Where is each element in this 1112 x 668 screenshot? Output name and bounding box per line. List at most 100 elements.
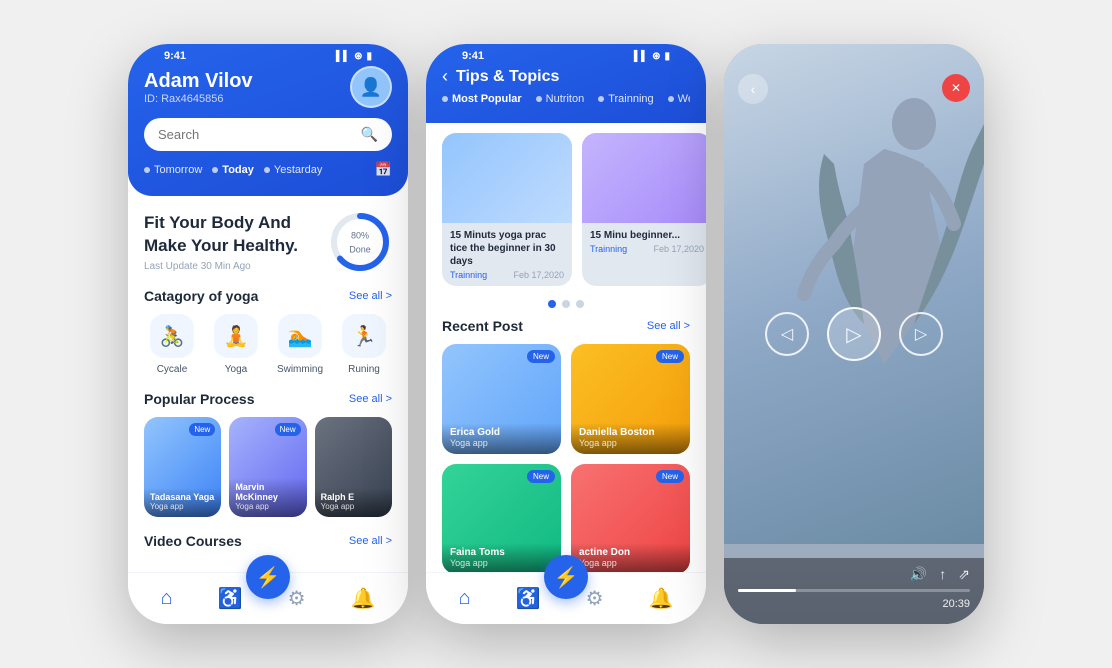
nav-settings-2[interactable]: ⚙ bbox=[586, 586, 604, 611]
running-label: Runing bbox=[348, 364, 380, 375]
nav-notifications-2[interactable]: 🔔 bbox=[649, 586, 674, 611]
phone2-recent-section: Recent Post See all > New Erica Gold Yog… bbox=[426, 318, 706, 572]
user-row: Adam Vilov ID: Rax4645856 👤 bbox=[144, 66, 392, 108]
popular-badge-2: New bbox=[275, 423, 301, 436]
popular-badge-1: New bbox=[189, 423, 215, 436]
phone1-nav: ⌂ ♿ ⚡ ⚙ 🔔 bbox=[128, 572, 408, 624]
user-id: ID: Rax4645856 bbox=[144, 93, 253, 105]
tips-topics-title: Tips & Topics bbox=[456, 68, 559, 86]
time-2: 9:41 bbox=[462, 50, 484, 62]
status-bar-1: 9:41 ▌▌ ⊛ ▮ bbox=[144, 44, 392, 66]
recent-badge-1: New bbox=[527, 350, 555, 363]
featured-date-1: Feb 17,2020 bbox=[513, 270, 564, 280]
yoga-icon: 🧘 bbox=[214, 314, 258, 358]
popular-card-1[interactable]: New Tadasana Yaga Yoga app bbox=[144, 417, 221, 517]
nav-fab-2[interactable]: ⚡ bbox=[544, 555, 588, 599]
recent-name-4: actine Don bbox=[579, 547, 682, 558]
date-pill-yesterday[interactable]: Yestarday bbox=[264, 164, 323, 176]
nav-settings-1[interactable]: ⚙ bbox=[288, 586, 306, 611]
video-courses-title: Video Courses bbox=[144, 533, 242, 549]
popular-title: Popular Process bbox=[144, 391, 255, 407]
recent-name-2: Daniella Boston bbox=[579, 427, 682, 438]
popular-header: Popular Process See all > bbox=[144, 391, 392, 407]
date-pill-tomorrow[interactable]: Tomorrow bbox=[144, 164, 202, 176]
popular-card-2[interactable]: New Marvin McKinney Yoga app bbox=[229, 417, 306, 517]
featured-card-1[interactable]: 15 Minuts yoga prac tice the beginner in… bbox=[442, 133, 572, 286]
swimming-label: Swimming bbox=[277, 364, 323, 375]
popular-see-all[interactable]: See all > bbox=[349, 393, 392, 405]
filter-trainning[interactable]: Trainning bbox=[598, 93, 653, 105]
nav-home-1[interactable]: ⌂ bbox=[161, 587, 173, 610]
back-button[interactable]: ‹ bbox=[442, 66, 448, 87]
search-input[interactable] bbox=[158, 127, 353, 142]
recent-card-3[interactable]: New Faina Toms Yoga app bbox=[442, 464, 561, 572]
category-item-running[interactable]: 🏃 Runing bbox=[336, 314, 392, 375]
phone1-body: Fit Your Body And Make Your Healthy. Las… bbox=[128, 196, 408, 572]
date-pill-today[interactable]: Today bbox=[212, 164, 254, 176]
phone-2: 9:41 ▌▌ ⊛ ▮ ‹ Tips & Topics Most Popular… bbox=[426, 44, 706, 624]
category-item-cycale[interactable]: 🚴 Cycale bbox=[144, 314, 200, 375]
phone3-top-bar: ‹ ✕ bbox=[724, 44, 984, 104]
popular-card-3[interactable]: Ralph E Yoga app bbox=[315, 417, 392, 517]
nav-activity-2[interactable]: ♿ bbox=[516, 586, 541, 611]
category-item-swimming[interactable]: 🏊 Swimming bbox=[272, 314, 328, 375]
popular-sub-1: Yoga app bbox=[150, 502, 215, 511]
popular-name-1: Tadasana Yaga bbox=[150, 492, 215, 502]
category-item-yoga[interactable]: 🧘 Yoga bbox=[208, 314, 264, 375]
swimming-icon: 🏊 bbox=[278, 314, 322, 358]
recent-sub-4: Yoga app bbox=[579, 558, 682, 568]
phone3-close-button[interactable]: ✕ bbox=[942, 74, 970, 102]
yoga-label: Yoga bbox=[225, 364, 247, 375]
prev-button[interactable]: ◁ bbox=[765, 312, 809, 356]
popular-grid: New Tadasana Yaga Yoga app New Marvin Mc… bbox=[144, 417, 392, 517]
filter-weight[interactable]: Weight lo... bbox=[668, 93, 690, 105]
meta-icons: 🔊 ↑ ⇗ bbox=[738, 566, 970, 583]
phone2-body: 15 Minuts yoga prac tice the beginner in… bbox=[426, 123, 706, 572]
recent-card-4[interactable]: New actine Don Yoga app bbox=[571, 464, 690, 572]
category-title: Catagory of yoga bbox=[144, 288, 258, 304]
dot-3[interactable] bbox=[576, 300, 584, 308]
phone-1: 9:41 ▌▌ ⊛ ▮ Adam Vilov ID: Rax4645856 👤 … bbox=[128, 44, 408, 624]
featured-img-2 bbox=[582, 133, 706, 223]
video-courses-header: Video Courses See all > bbox=[144, 533, 392, 549]
recent-card-1[interactable]: New Erica Gold Yoga app bbox=[442, 344, 561, 454]
phone2-header: 9:41 ▌▌ ⊛ ▮ ‹ Tips & Topics Most Popular… bbox=[426, 44, 706, 123]
nav-notifications-1[interactable]: 🔔 bbox=[351, 586, 376, 611]
recent-name-3: Faina Toms bbox=[450, 547, 553, 558]
volume-icon[interactable]: 🔊 bbox=[910, 566, 927, 583]
video-progress-fill bbox=[738, 589, 796, 592]
phone3-back-button[interactable]: ‹ bbox=[738, 74, 768, 104]
nav-home-2[interactable]: ⌂ bbox=[459, 587, 471, 610]
calendar-icon[interactable]: 📅 bbox=[375, 161, 392, 178]
popular-sub-3: Yoga app bbox=[321, 502, 386, 511]
video-progress-bar[interactable] bbox=[738, 589, 970, 592]
filter-nutriton[interactable]: Nutriton bbox=[536, 93, 585, 105]
recent-grid: New Erica Gold Yoga app New Daniella Bos… bbox=[442, 344, 690, 572]
recent-post-header: Recent Post See all > bbox=[442, 318, 690, 334]
share-icon[interactable]: ⇗ bbox=[958, 566, 970, 583]
recent-sub-1: Yoga app bbox=[450, 438, 553, 448]
upload-icon[interactable]: ↑ bbox=[939, 566, 946, 583]
search-bar[interactable]: 🔍 bbox=[144, 118, 392, 151]
status-bar-2: 9:41 ▌▌ ⊛ ▮ bbox=[442, 44, 690, 66]
play-button[interactable]: ▷ bbox=[827, 307, 881, 361]
nav-activity-1[interactable]: ♿ bbox=[218, 586, 243, 611]
cycale-label: Cycale bbox=[157, 364, 188, 375]
video-courses-see-all[interactable]: See all > bbox=[349, 535, 392, 547]
recent-sub-3: Yoga app bbox=[450, 558, 553, 568]
category-see-all[interactable]: See all > bbox=[349, 290, 392, 302]
dot-2[interactable] bbox=[562, 300, 570, 308]
next-button[interactable]: ▷ bbox=[899, 312, 943, 356]
recent-sub-2: Yoga app bbox=[579, 438, 682, 448]
recent-post-title: Recent Post bbox=[442, 318, 523, 334]
dot-1[interactable] bbox=[548, 300, 556, 308]
featured-carousel[interactable]: 15 Minuts yoga prac tice the beginner in… bbox=[426, 123, 706, 296]
recent-card-2[interactable]: New Daniella Boston Yoga app bbox=[571, 344, 690, 454]
phone2-nav: ⌂ ♿ ⚡ ⚙ 🔔 bbox=[426, 572, 706, 624]
cycale-icon: 🚴 bbox=[150, 314, 194, 358]
search-icon: 🔍 bbox=[361, 126, 378, 143]
nav-fab-1[interactable]: ⚡ bbox=[246, 555, 290, 599]
filter-most-popular[interactable]: Most Popular bbox=[442, 93, 522, 105]
recent-post-see-all[interactable]: See all > bbox=[647, 320, 690, 332]
featured-card-2[interactable]: 15 Minu beginner... Trainning Feb 17,202… bbox=[582, 133, 706, 286]
